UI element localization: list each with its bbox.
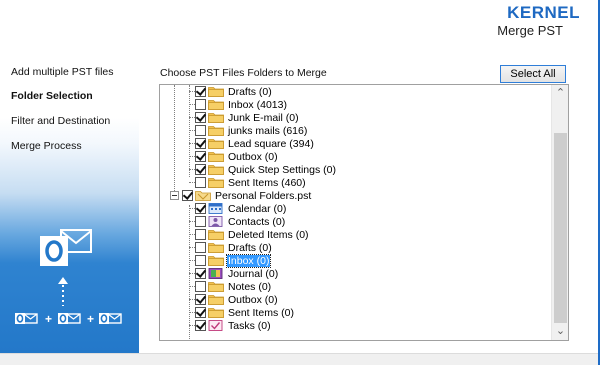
tree-item[interactable]: Sent Items (0) (195, 306, 295, 319)
wizard-sidebar: Add multiple PST files Folder Selection … (0, 48, 139, 353)
tree-item[interactable]: Tasks (0) (195, 319, 272, 332)
outlook-icon (58, 313, 81, 324)
tree-item[interactable]: Quick Step Settings (0) (195, 163, 337, 176)
folder-label[interactable]: Drafts (0) (227, 242, 273, 254)
tree-item[interactable]: Deleted Items (0) (195, 228, 310, 241)
tree-item[interactable]: Lead square (394) (195, 137, 315, 150)
folder-label[interactable]: Personal Folders.pst (214, 190, 312, 202)
folder-label[interactable]: Sent Items (460) (227, 177, 307, 189)
folder-checkbox[interactable] (195, 307, 206, 318)
folder-checkbox[interactable] (195, 164, 206, 175)
tree-item[interactable]: Inbox (0) (195, 253, 272, 268)
folder-icon (208, 164, 224, 175)
folder-icon (208, 151, 224, 162)
folder-label[interactable]: Drafts (0) (227, 86, 273, 98)
outlook-icon (15, 313, 38, 324)
folder-label[interactable]: Outbox (0) (227, 294, 279, 306)
folder-checkbox[interactable] (195, 138, 206, 149)
tree-item[interactable]: Notes (0) (195, 280, 272, 293)
svg-text:+: + (45, 312, 52, 326)
folder-checkbox[interactable] (195, 281, 206, 292)
tree-item[interactable]: Drafts (0) (195, 85, 273, 98)
folder-label[interactable]: Inbox (0) (225, 253, 272, 268)
folder-checkbox[interactable] (182, 190, 193, 201)
tree-item[interactable]: Journal (0) (195, 267, 279, 280)
tasks-icon (208, 320, 224, 331)
folder-icon (208, 112, 224, 123)
folder-icon (208, 281, 224, 292)
folder-icon (208, 86, 224, 97)
folder-label[interactable]: Deleted Items (0) (227, 229, 310, 241)
folder-checkbox[interactable] (195, 242, 206, 253)
folder-checkbox[interactable] (195, 86, 206, 97)
pst-icon (195, 190, 211, 201)
folder-label[interactable]: Sent Items (0) (227, 307, 295, 319)
folder-icon (208, 99, 224, 110)
app-header: KERNEL Merge PST (0, 0, 600, 48)
folder-icon (208, 255, 224, 266)
tree-item[interactable]: Outbox (0) (195, 150, 279, 163)
folder-label[interactable]: Journal (0) (227, 268, 279, 280)
tree-item[interactable]: Personal Folders.pst (170, 189, 312, 202)
tree-item[interactable]: junks mails (616) (195, 124, 308, 137)
folder-tree[interactable]: Drafts (0) Inbox (4013) Junk E-mail (0) jun… (159, 84, 569, 341)
folder-label[interactable]: Tasks (0) (227, 320, 272, 332)
folder-checkbox[interactable] (195, 112, 206, 123)
tree-item[interactable]: Calendar (0) (195, 202, 287, 215)
select-all-button[interactable]: Select All (500, 65, 566, 83)
folder-icon (208, 242, 224, 253)
folder-checkbox[interactable] (195, 203, 206, 214)
folder-checkbox[interactable] (195, 229, 206, 240)
footer-bar (0, 353, 600, 365)
folder-label[interactable]: Inbox (4013) (227, 99, 288, 111)
tree-scrollbar[interactable]: ⌃ ⌄ (551, 85, 568, 340)
scroll-thumb[interactable] (554, 133, 567, 323)
folder-label[interactable]: Quick Step Settings (0) (227, 164, 337, 176)
tree-item[interactable]: Junk E-mail (0) (195, 111, 300, 124)
journal-icon (208, 268, 224, 279)
choose-folders-label: Choose PST Files Folders to Merge (160, 67, 327, 79)
folder-checkbox[interactable] (195, 125, 206, 136)
folder-icon (208, 229, 224, 240)
scroll-down-icon[interactable]: ⌄ (552, 323, 568, 340)
folder-checkbox[interactable] (195, 216, 206, 227)
folder-checkbox[interactable] (195, 268, 206, 279)
folder-label[interactable]: Lead square (394) (227, 138, 315, 150)
collapse-toggle-icon[interactable] (170, 191, 179, 200)
folder-checkbox[interactable] (195, 294, 206, 305)
folder-icon (208, 307, 224, 318)
folder-label[interactable]: Notes (0) (227, 281, 272, 293)
folder-checkbox[interactable] (195, 177, 206, 188)
tree-item[interactable]: Drafts (0) (195, 241, 273, 254)
svg-text:+: + (87, 312, 94, 326)
folder-icon (208, 125, 224, 136)
brand-logo: KERNEL (507, 3, 580, 22)
outlook-merge-icon (40, 229, 92, 266)
scroll-up-icon[interactable]: ⌃ (552, 85, 568, 102)
folder-checkbox[interactable] (195, 255, 206, 266)
outlook-icon (99, 313, 122, 324)
tree-item[interactable]: Inbox (4013) (195, 98, 288, 111)
folder-checkbox[interactable] (195, 151, 206, 162)
folder-icon (208, 177, 224, 188)
tree-item[interactable]: Sent Items (460) (195, 176, 307, 189)
folder-icon (208, 138, 224, 149)
calendar-icon (208, 203, 224, 214)
merge-illustration: + + (15, 229, 122, 326)
folder-label[interactable]: Calendar (0) (227, 203, 287, 215)
folder-label[interactable]: Contacts (0) (227, 216, 286, 228)
folder-label[interactable]: junks mails (616) (227, 125, 308, 137)
folder-label[interactable]: Outbox (0) (227, 151, 279, 163)
product-name: Merge PST (497, 23, 563, 38)
folder-icon (208, 294, 224, 305)
folder-checkbox[interactable] (195, 99, 206, 110)
folder-label[interactable]: Junk E-mail (0) (227, 112, 300, 124)
main-panel: Choose PST Files Folders to Merge Select… (139, 48, 600, 353)
tree-item[interactable]: Contacts (0) (195, 215, 286, 228)
contacts-icon (208, 216, 224, 227)
tree-item[interactable]: Outbox (0) (195, 293, 279, 306)
folder-checkbox[interactable] (195, 320, 206, 331)
